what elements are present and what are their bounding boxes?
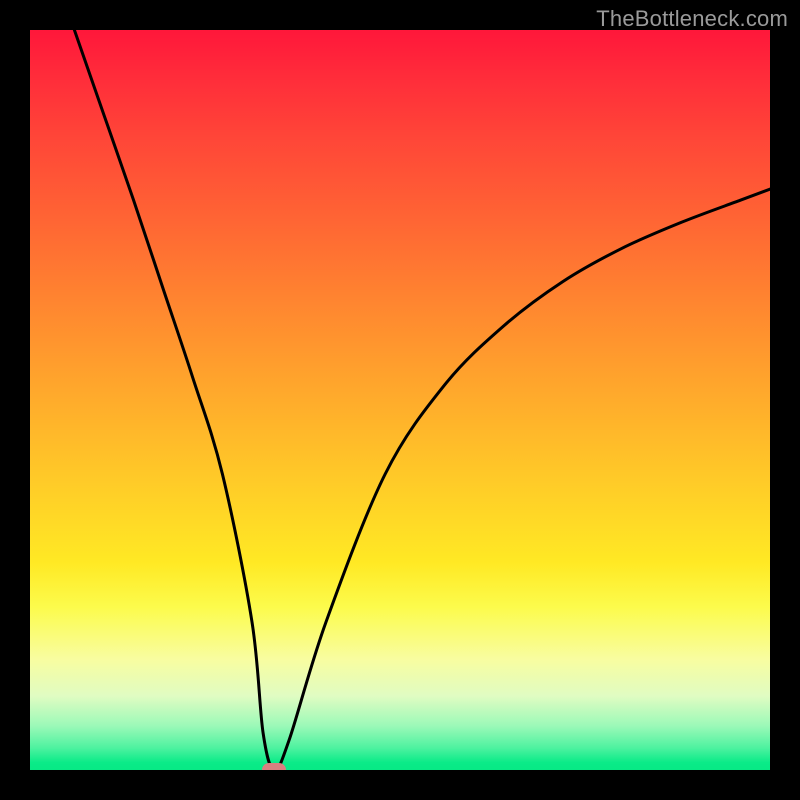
plot-area [30,30,770,770]
chart-frame: TheBottleneck.com [0,0,800,800]
bottleneck-curve [30,30,770,770]
minimum-marker [262,763,286,770]
watermark-text: TheBottleneck.com [596,6,788,32]
